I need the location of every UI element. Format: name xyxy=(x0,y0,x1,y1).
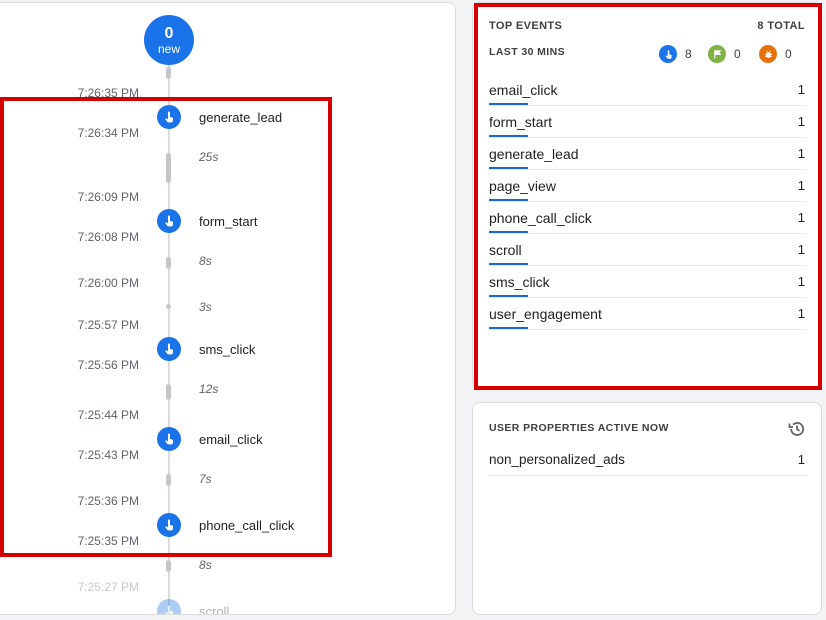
duration-label: 12s xyxy=(199,382,219,396)
history-icon[interactable] xyxy=(787,419,807,439)
time-period: LAST 30 MINS xyxy=(489,46,565,58)
errors-stat-value: 0 xyxy=(785,47,792,61)
touch-icon[interactable] xyxy=(157,427,181,451)
event-name[interactable]: form_start xyxy=(199,214,258,229)
event-name[interactable]: scroll xyxy=(199,604,229,614)
timestamp: 7:25:27 PM xyxy=(77,580,139,594)
event-count: 1 xyxy=(797,242,805,257)
event-name: generate_lead xyxy=(489,146,579,162)
touch-icon[interactable] xyxy=(157,105,181,129)
property-count: 1 xyxy=(797,452,805,467)
list-item[interactable]: page_view 1 xyxy=(489,170,807,202)
touch-icon[interactable] xyxy=(157,209,181,233)
event-name[interactable]: phone_call_click xyxy=(199,518,294,533)
bug-icon xyxy=(759,45,777,63)
timestamp: 7:25:44 PM xyxy=(77,408,139,422)
touch-icon xyxy=(659,45,677,63)
event-name: phone_call_click xyxy=(489,210,592,226)
duration-label: 25s xyxy=(199,150,219,164)
list-item[interactable]: non_personalized_ads 1 xyxy=(489,444,807,476)
event-name: user_engagement xyxy=(489,306,602,322)
timeline-gap-marker xyxy=(166,153,171,183)
count-bar xyxy=(489,295,528,297)
event-count: 1 xyxy=(797,274,805,289)
new-count: 0 xyxy=(164,24,174,42)
count-bar xyxy=(489,231,528,233)
timeline-gap-marker xyxy=(166,257,171,269)
duration-label: 8s xyxy=(199,254,212,268)
user-properties-card: USER PROPERTIES ACTIVE NOW non_personali… xyxy=(472,402,822,615)
timeline-gap-marker xyxy=(166,560,171,572)
event-count: 1 xyxy=(797,114,805,129)
duration-label: 7s xyxy=(199,472,212,486)
list-item[interactable]: generate_lead 1 xyxy=(489,138,807,170)
top-events-card: TOP EVENTS 8 TOTAL LAST 30 MINS 8 0 0 em… xyxy=(472,2,822,388)
count-bar xyxy=(489,103,528,105)
timeline-gap-marker xyxy=(166,67,171,79)
count-bar xyxy=(489,199,528,201)
event-count: 1 xyxy=(797,210,805,225)
event-name: email_click xyxy=(489,82,558,98)
timeline-panel: 0 new 7:26:35 PM 7:26:34 PM 7:26:09 PM 7… xyxy=(0,2,456,615)
touch-icon[interactable] xyxy=(157,337,181,361)
events-stat-value: 8 xyxy=(685,47,692,61)
event-count: 1 xyxy=(797,306,805,321)
list-item[interactable]: form_start 1 xyxy=(489,106,807,138)
count-bar xyxy=(489,263,528,265)
event-count: 1 xyxy=(797,82,805,97)
timestamp: 7:25:35 PM xyxy=(77,534,139,548)
timestamp: 7:25:56 PM xyxy=(77,358,139,372)
timestamp: 7:26:09 PM xyxy=(77,190,139,204)
conversions-stat: 0 xyxy=(708,45,741,63)
timeline-gap-marker xyxy=(166,474,171,486)
new-events-badge[interactable]: 0 new xyxy=(144,15,194,65)
touch-icon[interactable] xyxy=(157,513,181,537)
touch-icon[interactable] xyxy=(157,599,181,614)
property-name: non_personalized_ads xyxy=(489,452,625,467)
conversions-stat-value: 0 xyxy=(734,47,741,61)
top-events-title: TOP EVENTS xyxy=(489,20,563,32)
timestamp: 7:26:35 PM xyxy=(77,86,139,100)
flag-icon xyxy=(708,45,726,63)
errors-stat: 0 xyxy=(759,45,792,63)
timestamp: 7:26:08 PM xyxy=(77,230,139,244)
list-item[interactable]: email_click 1 xyxy=(489,74,807,106)
event-count: 1 xyxy=(797,146,805,161)
user-properties-title: USER PROPERTIES ACTIVE NOW xyxy=(489,422,669,434)
timestamp: 7:26:00 PM xyxy=(77,276,139,290)
timestamp: 7:25:57 PM xyxy=(77,318,139,332)
duration-label: 8s xyxy=(199,558,212,572)
timestamp: 7:25:43 PM xyxy=(77,448,139,462)
list-item[interactable]: user_engagement 1 xyxy=(489,298,807,330)
event-name[interactable]: sms_click xyxy=(199,342,255,357)
event-name[interactable]: generate_lead xyxy=(199,110,282,125)
timestamp: 7:25:36 PM xyxy=(77,494,139,508)
list-item[interactable]: sms_click 1 xyxy=(489,266,807,298)
timeline-gap-marker xyxy=(166,384,171,400)
list-item[interactable]: scroll 1 xyxy=(489,234,807,266)
events-stat: 8 xyxy=(659,45,692,63)
event-name: sms_click xyxy=(489,274,550,290)
count-bar xyxy=(489,167,528,169)
list-item[interactable]: phone_call_click 1 xyxy=(489,202,807,234)
event-name: scroll xyxy=(489,242,522,258)
event-count: 1 xyxy=(797,178,805,193)
new-label: new xyxy=(157,41,180,56)
count-bar xyxy=(489,327,528,329)
timestamp: 7:26:34 PM xyxy=(77,126,139,140)
duration-label: 3s xyxy=(199,300,212,314)
timeline-gap-marker xyxy=(166,304,171,309)
event-name: form_start xyxy=(489,114,553,130)
count-bar xyxy=(489,135,528,137)
total-count: 8 TOTAL xyxy=(757,20,805,32)
event-name[interactable]: email_click xyxy=(199,432,263,447)
event-name: page_view xyxy=(489,178,556,194)
